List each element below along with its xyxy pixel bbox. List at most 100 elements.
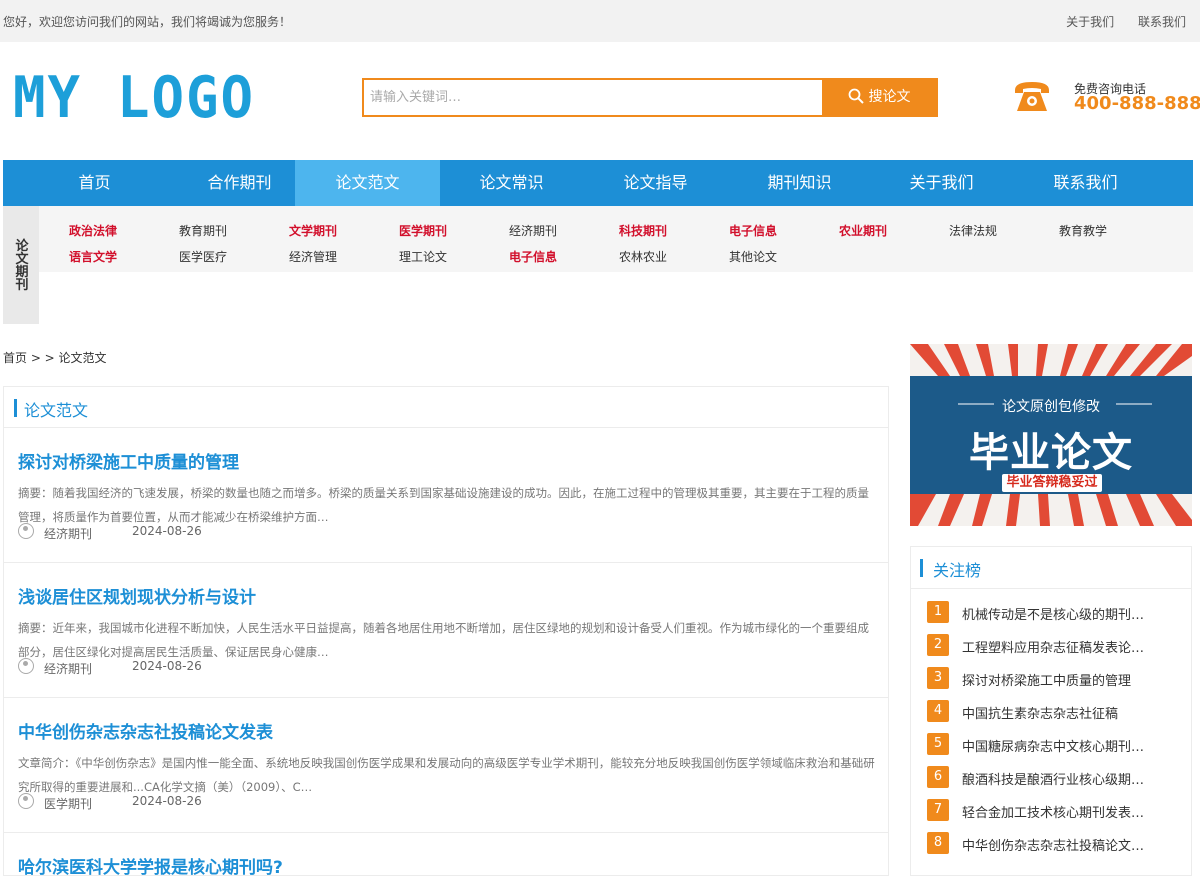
ranking-item-title[interactable]: 轻合金加工技术核心期刊发表…	[962, 802, 1162, 821]
main-nav: 首页 合作期刊 论文范文 论文常识 论文指导 期刊知识 关于我们 联系我们	[3, 160, 1193, 206]
ranking-item[interactable]: 8 中华创伤杂志杂志社投稿论文…	[927, 832, 1187, 854]
article-title[interactable]: 中华创伤杂志杂志社投稿论文发表	[18, 718, 273, 743]
search-icon	[848, 88, 864, 104]
category-link[interactable]: 经济期刊	[509, 222, 557, 239]
contact-us-link[interactable]: 联系我们	[1138, 15, 1186, 29]
category-link[interactable]: 理工论文	[399, 248, 447, 265]
rank-number-badge: 1	[927, 601, 949, 623]
telephone-icon	[1015, 82, 1049, 111]
article-item: 探讨对桥梁施工中质量的管理 摘要：随着我国经济的飞速发展，桥梁的数量也随之而增多…	[4, 428, 888, 563]
ranking-item[interactable]: 7 轻合金加工技术核心期刊发表…	[927, 799, 1187, 821]
banner-tagline: 毕业答辩稳妥过	[1002, 474, 1102, 492]
article-title[interactable]: 探讨对桥梁施工中质量的管理	[18, 448, 239, 473]
banner-headline: 毕业论文	[969, 430, 1133, 476]
ranking-item[interactable]: 3 探讨对桥梁施工中质量的管理	[927, 667, 1187, 689]
ranking-item-title[interactable]: 工程塑料应用杂志征稿发表论…	[962, 637, 1162, 656]
ranking-panel: 关注榜 1 机械传动是不是核心级的期刊… 2 工程塑料应用杂志征稿发表论… 3 探讨对桥梁…	[910, 546, 1192, 876]
ranking-item-title[interactable]: 探讨对桥梁施工中质量的管理	[962, 670, 1162, 689]
category-side-tab: 论文期刊	[3, 206, 39, 324]
nav-home[interactable]: 首页	[22, 160, 167, 206]
article-summary: 摘要：随着我国经济的飞速发展，桥梁的数量也随之而增多。桥梁的质量关系到国家基础设…	[18, 486, 869, 524]
category-side-title: 论文期刊	[15, 239, 29, 293]
category-link[interactable]: 语言文学	[69, 248, 117, 265]
user-icon	[18, 793, 34, 809]
ranking-item[interactable]: 1 机械传动是不是核心级的期刊…	[927, 601, 1187, 623]
article-summary: 文章简介：《中华创伤杂志》是国内惟一能全面、系统地反映我国创伤医学成果和发展动向…	[18, 756, 875, 794]
nav-contact-us[interactable]: 联系我们	[1013, 160, 1158, 206]
category-link[interactable]: 医学医疗	[179, 248, 227, 265]
category-link[interactable]: 经济管理	[289, 248, 337, 265]
category-link[interactable]: 科技期刊	[619, 222, 667, 239]
banner-subtitle: 论文原创包修改	[1002, 399, 1100, 415]
top-bar: 您好，欢迎您访问我们的网站，我们将竭诚为您服务！ 关于我们 联系我们	[0, 0, 1200, 42]
article-date: 2024-08-26	[132, 794, 202, 808]
nav-paper-basics[interactable]: 论文常识	[439, 160, 584, 206]
top-links: 关于我们 联系我们	[1046, 13, 1186, 30]
ranking-item-title[interactable]: 中国糖尿病杂志中文核心期刊…	[962, 736, 1162, 755]
category-link[interactable]: 医学期刊	[399, 222, 447, 239]
site-logo[interactable]: MY LOGO	[13, 64, 253, 131]
article-summary: 摘要：近年来，我国城市化进程不断加快，人民生活水平日益提高，随着各地居住用地不断…	[18, 621, 869, 659]
article-category[interactable]: 经济期刊	[44, 660, 92, 677]
ranking-item[interactable]: 5 中国糖尿病杂志中文核心期刊…	[927, 733, 1187, 755]
ranking-item-title[interactable]: 酿酒科技是酿酒行业核心级期…	[962, 769, 1162, 788]
header-accent-bar	[920, 559, 923, 577]
nav-paper-guidance[interactable]: 论文指导	[583, 160, 728, 206]
ranking-item-title[interactable]: 中华创伤杂志杂志社投稿论文…	[962, 835, 1162, 854]
category-link[interactable]: 教育教学	[1059, 222, 1107, 239]
category-link[interactable]: 电子信息	[729, 222, 777, 239]
category-link[interactable]: 文学期刊	[289, 222, 337, 239]
ranking-item[interactable]: 2 工程塑料应用杂志征稿发表论…	[927, 634, 1187, 656]
about-us-link[interactable]: 关于我们	[1066, 15, 1114, 29]
article-title[interactable]: 浅谈居住区规划现状分析与设计	[18, 583, 256, 608]
article-category[interactable]: 医学期刊	[44, 795, 92, 812]
breadcrumb[interactable]: 首页 > > 论文范文	[3, 349, 107, 366]
search-button-label: 搜论文	[868, 89, 911, 105]
article-item: 哈尔滨医科大学学报是核心期刊吗?	[4, 833, 888, 876]
rank-number-badge: 2	[927, 634, 949, 656]
article-date: 2024-08-26	[132, 524, 202, 538]
ranking-title: 关注榜	[933, 561, 982, 580]
search-bar: 请输入关键词… 搜论文	[362, 78, 938, 117]
ranking-item-title[interactable]: 中国抗生素杂志杂志社征稿	[962, 703, 1162, 722]
nav-sample-papers[interactable]: 论文范文	[295, 160, 440, 206]
category-link[interactable]: 政治法律	[69, 222, 117, 239]
nav-about-us[interactable]: 关于我们	[869, 160, 1014, 206]
category-link[interactable]: 电子信息	[509, 248, 557, 265]
article-item: 中华创伤杂志杂志社投稿论文发表 文章简介：《中华创伤杂志》是国内惟一能全面、系统…	[4, 698, 888, 833]
search-input[interactable]: 请输入关键词…	[364, 80, 824, 115]
category-link[interactable]: 农林农业	[619, 248, 667, 265]
phone-number: 400-888-8888	[1074, 93, 1200, 114]
ranking-item[interactable]: 4 中国抗生素杂志杂志社征稿	[927, 700, 1187, 722]
article-title[interactable]: 哈尔滨医科大学学报是核心期刊吗?	[18, 853, 283, 876]
rank-number-badge: 4	[927, 700, 949, 722]
nav-journal-knowledge[interactable]: 期刊知识	[727, 160, 872, 206]
promo-banner[interactable]: 论文原创包修改 毕业论文 毕业答辩稳妥过	[910, 344, 1192, 526]
article-category[interactable]: 经济期刊	[44, 525, 92, 542]
user-icon	[18, 658, 34, 674]
welcome-text: 您好，欢迎您访问我们的网站，我们将竭诚为您服务！	[3, 15, 292, 29]
rank-number-badge: 6	[927, 766, 949, 788]
logo-word-1: MY	[13, 64, 83, 131]
ranking-item[interactable]: 6 酿酒科技是酿酒行业核心级期…	[927, 766, 1187, 788]
article-list-title: 论文范文	[24, 401, 89, 420]
nav-partner-journals[interactable]: 合作期刊	[167, 160, 312, 206]
category-link[interactable]: 其他论文	[729, 248, 777, 265]
category-link[interactable]: 法律法规	[949, 222, 997, 239]
article-list-panel: 论文范文 探讨对桥梁施工中质量的管理 摘要：随着我国经济的飞速发展，桥梁的数量也…	[3, 386, 889, 876]
user-icon	[18, 523, 34, 539]
header-accent-bar	[14, 399, 17, 417]
rank-number-badge: 8	[927, 832, 949, 854]
phone-contact: 免费咨询电话 400-888-8888	[1012, 76, 1200, 116]
article-item: 浅谈居住区规划现状分析与设计 摘要：近年来，我国城市化进程不断加快，人民生活水平…	[4, 563, 888, 698]
rank-number-badge: 3	[927, 667, 949, 689]
ranking-item-title[interactable]: 机械传动是不是核心级的期刊…	[962, 604, 1162, 623]
ranking-header: 关注榜	[911, 547, 1191, 589]
category-link[interactable]: 农业期刊	[839, 222, 887, 239]
article-list-header: 论文范文	[4, 387, 888, 428]
search-button[interactable]: 搜论文	[822, 80, 936, 115]
rank-number-badge: 7	[927, 799, 949, 821]
article-date: 2024-08-26	[132, 659, 202, 673]
rank-number-badge: 5	[927, 733, 949, 755]
category-link[interactable]: 教育期刊	[179, 222, 227, 239]
